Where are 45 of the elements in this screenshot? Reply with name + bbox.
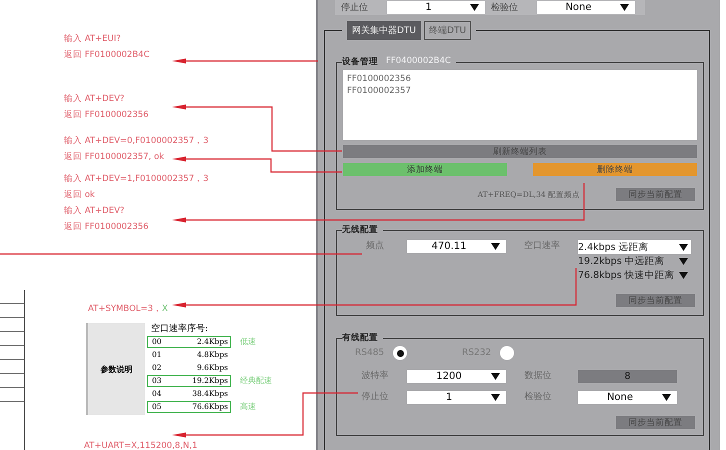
annotation-text: 返回 FF0100002356 [64, 109, 149, 122]
annotation-text: 输入 AT+DEV? [64, 205, 124, 218]
rate-note: 经典配速 [240, 375, 272, 386]
annotation-text: AT+SYMBOL=3，X [88, 303, 169, 315]
group-title: 设备管理 [342, 56, 378, 68]
field-label: 停止位 [360, 391, 390, 404]
dropdown[interactable]: 1 [387, 1, 485, 14]
dropdown[interactable]: 470.11 [407, 240, 506, 253]
rate-note: 高速 [240, 401, 256, 412]
field-label: 空口速率 [523, 240, 561, 253]
table-title: 空口速率序号: [150, 323, 210, 335]
field-label: 数据位 [524, 370, 552, 383]
dropdown[interactable]: 1200 [407, 370, 506, 383]
annotation-text: 输入 AT+DEV? [64, 93, 124, 106]
tab[interactable]: 终端DTU [424, 21, 472, 40]
dropdown[interactable]: 1 [407, 391, 506, 404]
gateway-eui: FF0400002B4C [386, 56, 451, 68]
dropdown[interactable]: None [578, 391, 677, 404]
tab[interactable]: 网关集中器DTU [347, 21, 422, 40]
annotation-text: 输入 AT+DEV=0,F0100002357，3 [64, 135, 209, 148]
field-label: 检验位 [491, 2, 519, 14]
field-label: 波特率 [360, 370, 390, 383]
dropdown[interactable]: None [537, 1, 635, 14]
rate-option[interactable]: 2.4kbps 远距离 [578, 240, 691, 254]
annotation-text: 输入 AT+EUI? [64, 33, 121, 46]
device-item[interactable]: FF0100002356 [347, 73, 693, 85]
annotation-text: 返回 FF0100002B4C [64, 49, 150, 62]
field-label: 频点 [365, 240, 385, 253]
annotation-text: 返回 FF0100002356 [64, 221, 149, 234]
add-button[interactable]: 添加终端 [343, 163, 507, 176]
device-item[interactable]: FF0100002357 [347, 85, 693, 97]
annotation-text: 返回 FF0100002357, ok [64, 151, 164, 164]
rate-option[interactable]: 19.2kbps 中远距离 [578, 254, 691, 268]
group-title: 有线配置 [342, 332, 378, 344]
annotation-text: AT+UART=X,115200,8,N,1 [84, 441, 198, 450]
field-label: 检验位 [524, 391, 552, 404]
delete-button[interactable]: 删除终端 [533, 163, 697, 176]
rate-option[interactable]: 76.8kbps 快速中距离 [578, 268, 691, 282]
table-row-header: 参数说明 [86, 323, 145, 415]
annotation-text: 返回 ok [64, 189, 95, 202]
group-title: 无线配置 [342, 224, 378, 236]
field-label: 停止位 [341, 2, 369, 14]
annotation-text: 输入 AT+DEV=1,F0100002357，3 [64, 173, 209, 186]
rate-note: 低速 [240, 336, 256, 347]
readonly-field: 8 [578, 370, 677, 383]
